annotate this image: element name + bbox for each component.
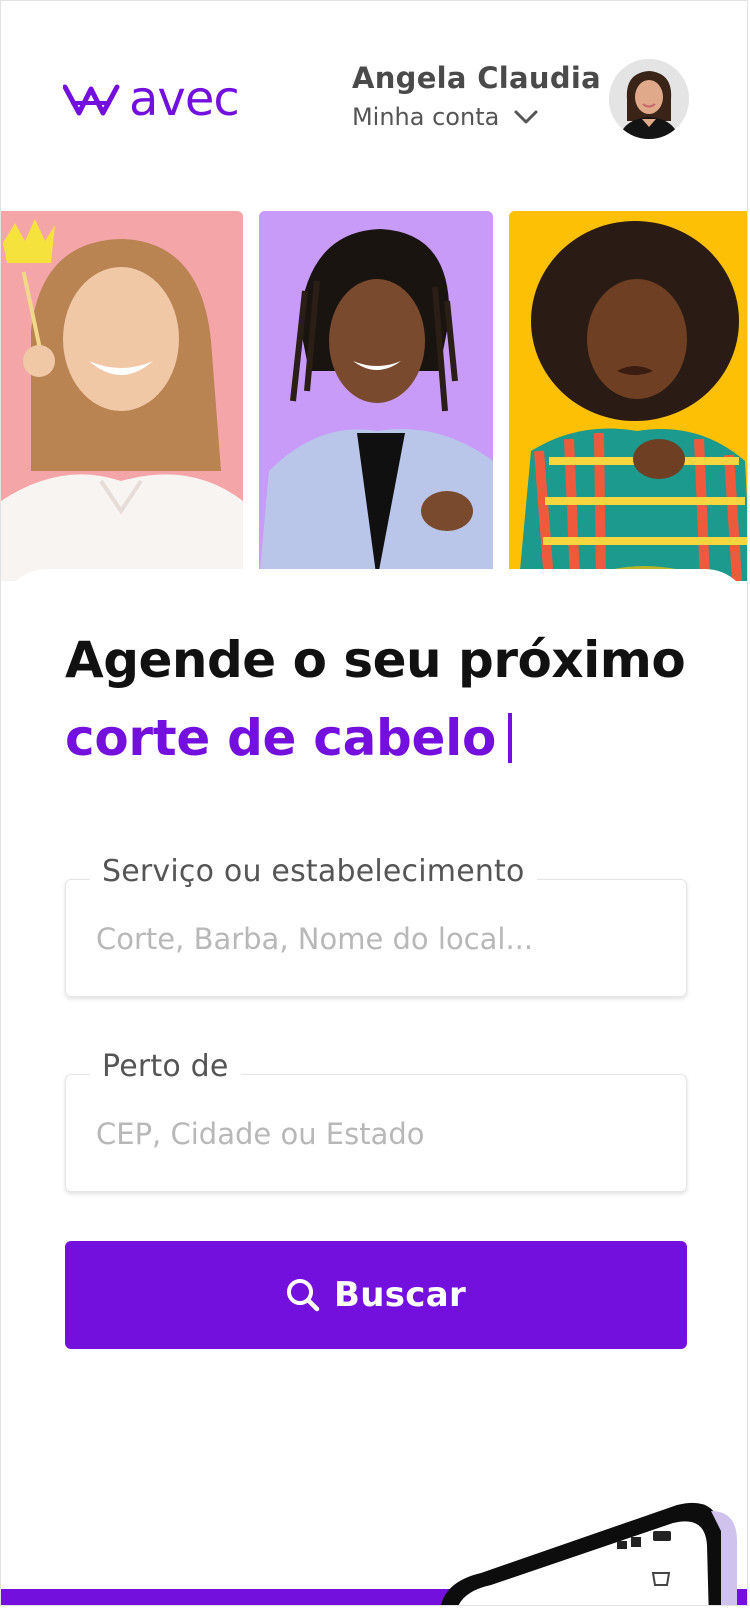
service-field[interactable]: Serviço ou estabelecimento — [65, 854, 687, 997]
hero-photo-man-blazer — [259, 211, 493, 581]
phone-mockup-image — [421, 1501, 741, 1605]
account-menu[interactable]: Angela Claudia Minha conta — [352, 61, 601, 131]
headline-accent: corte de cabelo — [65, 709, 513, 767]
avatar[interactable] — [609, 59, 689, 139]
hero-photo-woman-afro — [509, 211, 747, 581]
my-account-label: Minha conta — [351, 103, 500, 131]
search-button-label: Buscar — [333, 1275, 467, 1315]
brand-name: avec — [129, 71, 240, 127]
headline-accent-text: corte de cabelo — [65, 709, 497, 767]
avec-logo-icon — [63, 84, 120, 116]
chevron-down-icon — [513, 108, 539, 126]
typing-caret — [508, 713, 513, 763]
search-button[interactable]: Buscar — [65, 1241, 687, 1349]
brand-logo[interactable]: avec — [63, 71, 240, 127]
my-account-toggle[interactable]: Minha conta — [352, 103, 601, 131]
hero-photo-woman-crown — [1, 211, 243, 581]
header: avec Angela Claudia Minha conta — [1, 1, 747, 201]
location-field-label: Perto de — [90, 1049, 241, 1084]
user-name: Angela Claudia — [351, 61, 601, 95]
page-frame: avec Angela Claudia Minha conta Agende o… — [0, 0, 748, 1606]
location-input[interactable] — [96, 1109, 656, 1159]
location-field[interactable]: Perto de — [65, 1049, 687, 1192]
search-sheet: Agende o seu próximo corte de cabelo Ser… — [1, 569, 747, 1605]
headline: Agende o seu próximo — [65, 631, 686, 689]
service-input[interactable] — [96, 914, 656, 964]
service-field-label: Serviço ou estabelecimento — [90, 854, 537, 889]
user-photo-icon — [609, 59, 689, 139]
search-icon — [286, 1278, 320, 1312]
